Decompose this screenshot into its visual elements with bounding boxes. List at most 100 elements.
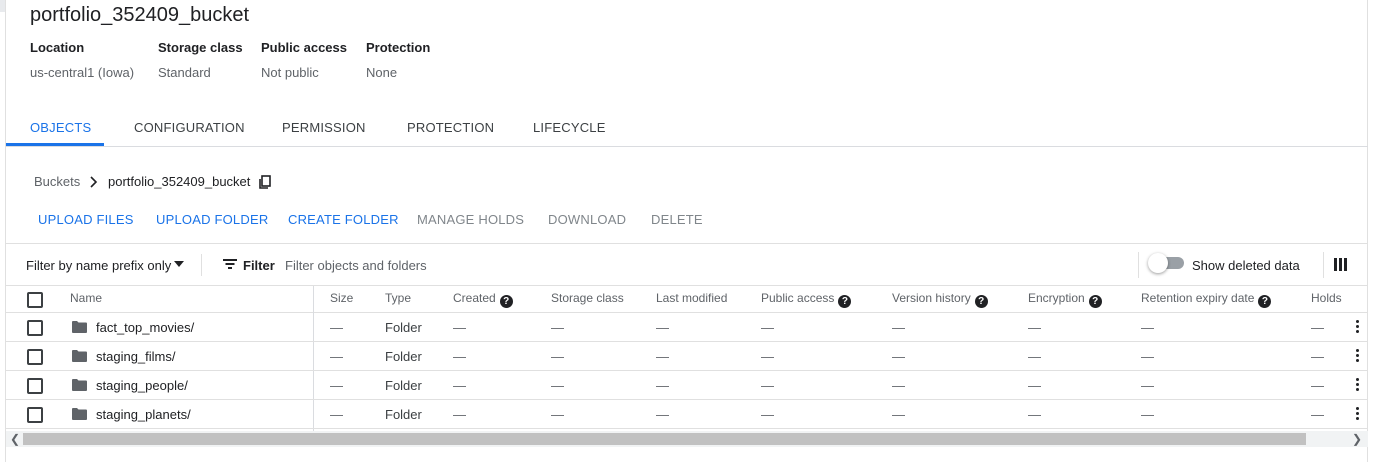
row-size: —	[330, 320, 343, 335]
folder-icon	[72, 408, 87, 420]
row-encryption: —	[1028, 407, 1041, 422]
more-vert-icon[interactable]	[1356, 378, 1360, 392]
col-last-modified[interactable]: Last modified	[656, 291, 727, 305]
row-storage-class: —	[551, 378, 564, 393]
tab-objects[interactable]: OBJECTS	[30, 110, 91, 146]
meta-public-access-value: Not public	[261, 65, 319, 80]
row-checkbox[interactable]	[27, 407, 43, 423]
row-checkbox[interactable]	[27, 378, 43, 394]
col-created-label[interactable]: Created	[453, 291, 496, 305]
column-display-icon[interactable]	[1334, 258, 1347, 271]
table-row[interactable]: staging_films/ — Folder — — — — — — — —	[6, 342, 1368, 371]
more-vert-icon[interactable]	[1356, 407, 1360, 421]
row-type: Folder	[385, 320, 422, 335]
table-row[interactable]: staging_planets/ — Folder — — — — — — — …	[6, 400, 1368, 429]
scrollbar-thumb[interactable]	[23, 433, 1306, 445]
breadcrumb-buckets[interactable]: Buckets	[34, 174, 80, 189]
col-public-access-label[interactable]: Public access	[761, 291, 834, 305]
tab-configuration[interactable]: CONFIGURATION	[134, 110, 245, 146]
row-checkbox[interactable]	[27, 320, 43, 336]
more-vert-icon[interactable]	[1356, 320, 1360, 334]
scroll-right-icon[interactable]: ❯	[1352, 431, 1362, 447]
row-last-modified: —	[656, 378, 669, 393]
help-icon[interactable]: ?	[838, 295, 852, 308]
row-last-modified: —	[656, 407, 669, 422]
row-version-history: —	[892, 320, 905, 335]
row-name-link[interactable]: staging_people/	[96, 378, 188, 393]
row-size: —	[330, 349, 343, 364]
help-icon[interactable]: ?	[499, 295, 513, 308]
row-storage-class: —	[551, 349, 564, 364]
row-size: —	[330, 378, 343, 393]
help-icon[interactable]: ?	[1258, 295, 1272, 308]
show-deleted-toggle[interactable]	[1148, 253, 1184, 273]
col-public-access: Public access?	[761, 291, 852, 308]
more-vert-icon[interactable]	[1356, 349, 1360, 363]
create-folder-button[interactable]: CREATE FOLDER	[288, 212, 399, 227]
col-encryption-label[interactable]: Encryption	[1028, 291, 1085, 305]
row-created: —	[453, 407, 466, 422]
table-header: Name Size Type Created? Storage class La…	[6, 286, 1368, 313]
row-name-link[interactable]: staging_planets/	[96, 407, 191, 422]
row-storage-class: —	[551, 320, 564, 335]
filter-icon[interactable]	[222, 258, 238, 270]
table-row[interactable]: fact_top_movies/ — Folder — — — — — — — …	[6, 313, 1368, 342]
row-name-link[interactable]: fact_top_movies/	[96, 320, 194, 335]
download-button[interactable]: DOWNLOAD	[548, 212, 626, 227]
row-holds: —	[1311, 349, 1324, 364]
row-created: —	[453, 320, 466, 335]
col-type[interactable]: Type	[385, 291, 411, 305]
col-version-history-label[interactable]: Version history	[892, 291, 971, 305]
upload-files-button[interactable]: UPLOAD FILES	[38, 212, 134, 227]
col-name[interactable]: Name	[70, 291, 102, 305]
row-holds: —	[1311, 378, 1324, 393]
row-version-history: —	[892, 378, 905, 393]
col-version-history: Version history?	[892, 291, 988, 308]
select-all-checkbox[interactable]	[27, 292, 43, 308]
help-icon[interactable]: ?	[974, 295, 988, 308]
filter-divider-right	[1138, 252, 1139, 278]
filter-mode-select[interactable]: Filter by name prefix only	[26, 258, 171, 273]
manage-holds-button[interactable]: MANAGE HOLDS	[417, 212, 524, 227]
row-name-link[interactable]: staging_films/	[96, 349, 175, 364]
meta-location-value: us-central1 (Iowa)	[30, 65, 135, 80]
col-holds[interactable]: Holds	[1311, 291, 1342, 305]
col-encryption: Encryption?	[1028, 291, 1102, 308]
help-icon[interactable]: ?	[1088, 295, 1102, 308]
row-type: Folder	[385, 407, 422, 422]
filter-input[interactable]: Filter objects and folders	[285, 258, 427, 273]
folder-icon	[72, 350, 87, 362]
row-checkbox[interactable]	[27, 349, 43, 365]
col-storage-class[interactable]: Storage class	[551, 291, 624, 305]
row-encryption: —	[1028, 349, 1041, 364]
chevron-right-icon	[90, 176, 98, 188]
row-retention-expiry: —	[1141, 349, 1154, 364]
bucket-title: portfolio_352409_bucket	[30, 4, 250, 26]
horizontal-scrollbar[interactable]: ❮ ❯	[6, 431, 1368, 447]
dropdown-arrow-icon[interactable]	[174, 261, 184, 267]
row-encryption: —	[1028, 320, 1041, 335]
breadcrumb-current-wrap: portfolio_352409_bucket	[108, 174, 250, 190]
tab-protection[interactable]: PROTECTION	[407, 110, 494, 146]
meta-storage-class-value: Standard	[158, 65, 211, 80]
copy-icon[interactable]	[258, 175, 272, 190]
folder-icon	[72, 321, 87, 333]
breadcrumb-current: portfolio_352409_bucket	[108, 174, 251, 189]
scroll-left-icon[interactable]: ❮	[10, 431, 20, 447]
upload-folder-button[interactable]: UPLOAD FOLDER	[156, 212, 268, 227]
delete-button[interactable]: DELETE	[651, 212, 703, 227]
table-row[interactable]: staging_people/ — Folder — — — — — — — —	[6, 371, 1368, 400]
col-size[interactable]: Size	[330, 291, 353, 305]
filter-label: Filter	[243, 258, 275, 273]
row-created: —	[453, 378, 466, 393]
row-retention-expiry: —	[1141, 407, 1154, 422]
col-retention-expiry-label[interactable]: Retention expiry date	[1141, 291, 1254, 305]
row-created: —	[453, 349, 466, 364]
row-storage-class: —	[551, 407, 564, 422]
breadcrumb: Buckets	[34, 174, 80, 190]
row-version-history: —	[892, 407, 905, 422]
tab-lifecycle[interactable]: LIFECYCLE	[533, 110, 606, 146]
tab-permission[interactable]: PERMISSION	[282, 110, 366, 146]
row-type: Folder	[385, 378, 422, 393]
meta-storage-class: Storage class Standard	[158, 40, 243, 80]
